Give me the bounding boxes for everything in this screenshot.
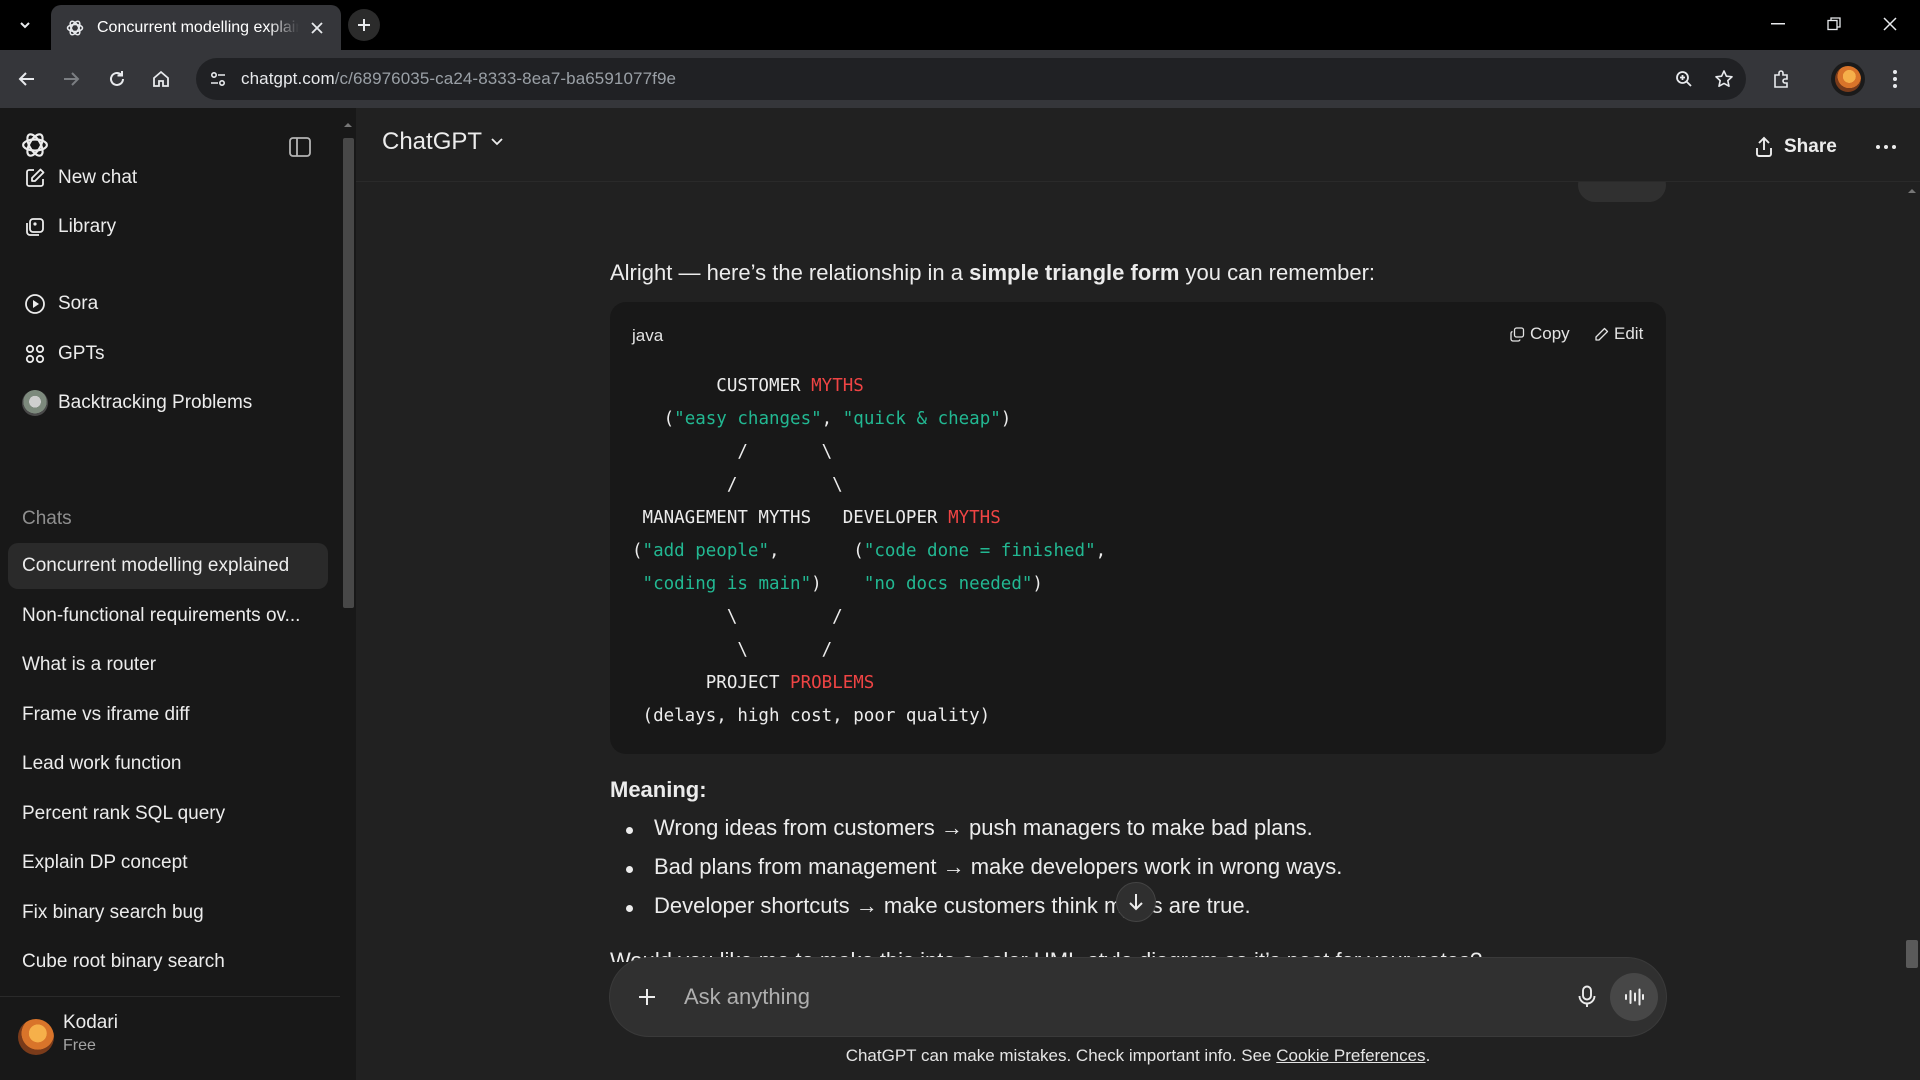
chevron-down-icon — [490, 137, 504, 147]
sidebar-scrollbar[interactable] — [340, 120, 356, 1070]
chat-item[interactable]: Non-functional requirements ov... — [8, 593, 328, 639]
microphone-icon[interactable] — [1570, 980, 1604, 1014]
tab-title: Concurrent modelling explained — [97, 18, 299, 36]
edit-code-button[interactable]: Edit — [1594, 324, 1643, 344]
more-options-icon[interactable] — [1871, 132, 1901, 162]
browser-menu-icon[interactable] — [1880, 64, 1910, 94]
cookie-preferences-link[interactable]: Cookie Preferences — [1276, 1046, 1425, 1065]
extensions-icon[interactable] — [1766, 64, 1796, 94]
sidebar-scroll-thumb[interactable] — [343, 138, 354, 608]
restore-icon[interactable] — [1814, 8, 1854, 40]
share-button[interactable]: Share — [1754, 130, 1837, 164]
main-scrollbar[interactable] — [1904, 182, 1920, 1080]
browser-tab-active[interactable]: Concurrent modelling explained — [51, 5, 341, 50]
attach-plus-icon[interactable] — [632, 982, 662, 1012]
chat-main: ChatGPT Share Alright — here’s the relat… — [356, 108, 1920, 1080]
library-icon — [22, 214, 48, 240]
tab-search-chevron-icon[interactable] — [12, 12, 38, 38]
assistant-intro-text: Alright — here’s the relationship in a s… — [610, 260, 1376, 285]
zoom-icon[interactable] — [1674, 69, 1694, 89]
sora-icon — [22, 291, 48, 317]
user-name: Kodari — [63, 1012, 118, 1033]
sidebar-item-label: Backtracking Problems — [58, 392, 253, 413]
code-language-label: java — [632, 326, 664, 345]
scroll-to-bottom-button[interactable] — [1116, 882, 1156, 922]
url-text: chatgpt.com/c/68976035-ca24-8333-8ea7-ba… — [241, 69, 677, 88]
composer — [610, 958, 1666, 1036]
new-tab-button[interactable] — [348, 9, 380, 41]
chat-item[interactable]: Fix binary search bug — [8, 890, 328, 936]
new-chat-icon — [22, 165, 48, 191]
sidebar-item-library[interactable]: Library — [8, 205, 328, 249]
code-block: java Copy Edit CUSTOMER MYTHS ("easy cha… — [610, 302, 1666, 754]
chat-item[interactable]: Percent rank SQL query — [8, 791, 328, 837]
sidebar-item-gpts[interactable]: GPTs — [8, 332, 328, 376]
sidebar: New chat Library Sora GPTs Backtracking … — [0, 108, 356, 1080]
meaning-heading: Meaning: — [610, 777, 707, 802]
chat-item[interactable]: Explain DP concept — [8, 840, 328, 886]
browser-toolbar: chatgpt.com/c/68976035-ca24-8333-8ea7-ba… — [0, 50, 1920, 108]
chat-header: ChatGPT Share — [356, 108, 1920, 182]
sidebar-item-label: Sora — [58, 293, 99, 314]
close-window-icon[interactable] — [1870, 8, 1910, 40]
disclaimer-text: ChatGPT can make mistakes. Check importa… — [845, 1046, 1431, 1065]
voice-waveform-icon — [1625, 988, 1644, 1006]
chat-item[interactable]: Lead work function — [8, 741, 328, 787]
prompt-input[interactable] — [682, 980, 1502, 1014]
sidebar-item-label: Library — [58, 216, 117, 237]
sidebar-item-label: New chat — [58, 167, 138, 188]
copy-icon — [1510, 326, 1525, 342]
forward-icon[interactable] — [56, 64, 86, 94]
sidebar-item-new-chat[interactable]: New chat — [8, 156, 328, 200]
main-scroll-thumb[interactable] — [1906, 940, 1918, 968]
site-info-icon[interactable] — [208, 69, 228, 89]
user-plan: Free — [63, 1037, 96, 1054]
reload-icon[interactable] — [102, 64, 132, 94]
gpt-avatar-icon — [22, 390, 48, 416]
model-name: ChatGPT — [382, 128, 483, 155]
address-bar[interactable]: chatgpt.com/c/68976035-ca24-8333-8ea7-ba… — [196, 58, 1746, 100]
minimize-icon[interactable] — [1758, 8, 1798, 40]
model-selector[interactable]: ChatGPT — [382, 128, 504, 156]
code-content: CUSTOMER MYTHS ("easy changes", "quick &… — [632, 376, 1107, 726]
arrow-down-icon — [1129, 894, 1143, 911]
sidebar-item-backtracking-problems[interactable]: Backtracking Problems — [8, 381, 328, 425]
profile-avatar-icon[interactable] — [1831, 62, 1865, 96]
user-account[interactable]: Kodari Free — [0, 996, 340, 1080]
home-icon[interactable] — [146, 64, 176, 94]
edit-icon — [1595, 327, 1609, 341]
back-icon[interactable] — [12, 64, 42, 94]
gpts-icon — [22, 341, 48, 367]
share-label: Share — [1784, 136, 1837, 157]
browser-tab-bar: Concurrent modelling explained — [0, 0, 1920, 50]
chats-section-label: Chats — [22, 508, 72, 529]
sidebar-item-label: GPTs — [58, 343, 105, 364]
bookmark-star-icon[interactable] — [1714, 69, 1734, 89]
close-tab-icon[interactable] — [307, 18, 327, 38]
chat-item[interactable]: Cube root binary search — [8, 939, 328, 985]
chat-item[interactable]: What is a router — [8, 642, 328, 688]
share-icon — [1754, 136, 1774, 158]
copy-code-button[interactable]: Copy — [1510, 324, 1570, 344]
voice-mode-button[interactable] — [1610, 973, 1658, 1021]
chat-item-active[interactable]: Concurrent modelling explained — [8, 543, 328, 589]
chatgpt-favicon-icon — [65, 18, 85, 38]
chat-item[interactable]: Frame vs iframe diff — [8, 692, 328, 738]
sidebar-item-sora[interactable]: Sora — [8, 282, 328, 326]
avatar — [18, 1019, 54, 1055]
list-item: Wrong ideas from customers → push manage… — [610, 815, 1666, 854]
